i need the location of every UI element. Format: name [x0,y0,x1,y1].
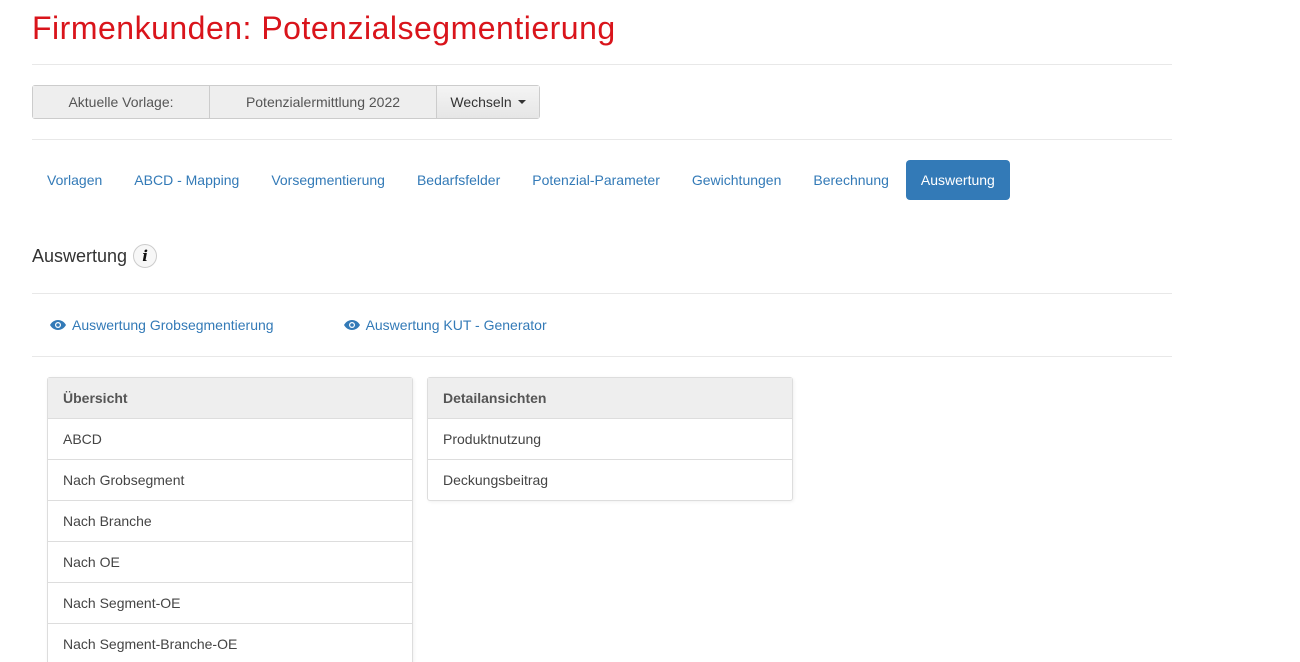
eye-icon [50,320,66,330]
tab-vorsegmentierung[interactable]: Vorsegmentierung [256,160,400,200]
template-input-group: Aktuelle Vorlage: Potenzialermittlung 20… [32,85,540,119]
main-tabs: Vorlagen ABCD - Mapping Vorsegmentierung… [32,140,1172,220]
tab-auswertung[interactable]: Auswertung [905,160,1010,200]
details-panel: Detailansichten Produktnutzung Deckungsb… [427,377,793,501]
list-item-nach-grobsegment[interactable]: Nach Grobsegment [48,460,412,501]
page-title: Firmenkunden: Potenzialsegmentierung [32,10,616,46]
list-item-nach-segment-branche-oe[interactable]: Nach Segment-Branche-OE [48,624,412,662]
link-label: Auswertung Grobsegmentierung [72,317,274,333]
evaluation-links: Auswertung Grobsegmentierung Auswertung … [32,294,1172,356]
list-item-nach-branche[interactable]: Nach Branche [48,501,412,542]
section-title: Auswertung i [32,220,1172,293]
tab-vorlagen[interactable]: Vorlagen [32,160,117,200]
tab-gewichtungen[interactable]: Gewichtungen [677,160,797,200]
details-panel-heading: Detailansichten [428,378,792,419]
overview-panel-heading: Übersicht [48,378,412,419]
switch-template-label: Wechseln [450,94,512,110]
eye-icon [343,320,360,330]
tab-berechnung[interactable]: Berechnung [798,160,904,200]
overview-panel: Übersicht ABCD Nach Grobsegment Nach Bra… [47,377,413,662]
list-item-nach-oe[interactable]: Nach OE [48,542,412,583]
page-container: Firmenkunden: Potenzialsegmentierung Akt… [32,0,1172,662]
info-icon[interactable]: i [133,243,158,268]
caret-down-icon [517,100,526,104]
tab-potenzial-parameter[interactable]: Potenzial-Parameter [517,160,675,200]
list-item-produktnutzung[interactable]: Produktnutzung [428,419,792,460]
current-template-value: Potenzialermittlung 2022 [210,86,437,118]
link-label: Auswertung KUT - Generator [365,317,547,333]
panels-area: Übersicht ABCD Nach Grobsegment Nach Bra… [32,357,1172,662]
current-template-label: Aktuelle Vorlage: [33,86,210,118]
list-item-nach-segment-oe[interactable]: Nach Segment-OE [48,583,412,624]
link-auswertung-kut-generator[interactable]: Auswertung KUT - Generator [343,317,547,333]
switch-template-button[interactable]: Wechseln [437,86,539,118]
tab-bedarfsfelder[interactable]: Bedarfsfelder [402,160,515,200]
list-item-deckungsbeitrag[interactable]: Deckungsbeitrag [428,460,792,500]
link-auswertung-grobsegmentierung[interactable]: Auswertung Grobsegmentierung [50,317,274,333]
template-selector-row: Aktuelle Vorlage: Potenzialermittlung 20… [32,65,1172,139]
section-title-text: Auswertung [32,246,128,266]
list-item-abcd[interactable]: ABCD [48,419,412,460]
tab-abcd-mapping[interactable]: ABCD - Mapping [119,160,254,200]
